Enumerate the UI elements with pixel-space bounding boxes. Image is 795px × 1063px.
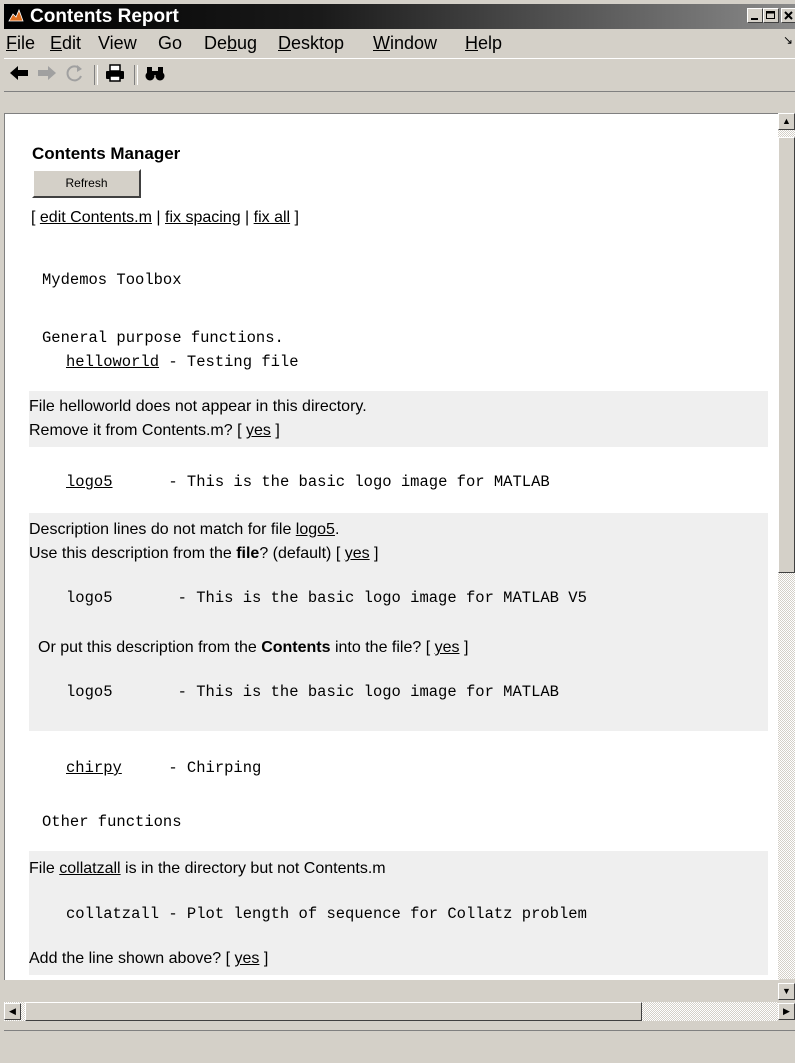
contents-description-line: logo5 - This is the basic logo image for…: [66, 683, 559, 701]
entry-logo5: logo5 - This is the basic logo image for…: [66, 472, 550, 492]
refresh-button[interactable]: Refresh: [32, 169, 141, 198]
menu-go[interactable]: Go: [158, 33, 182, 53]
arrow-left-icon: [10, 66, 28, 80]
arrow-right-icon: ▶: [783, 1006, 790, 1016]
bracket-text: ]: [290, 209, 299, 226]
arrow-right-icon: [38, 66, 56, 80]
window-title: Contents Report: [30, 6, 179, 27]
yes-link-use-contents-description[interactable]: yes: [435, 639, 460, 656]
menu-window[interactable]: Window: [373, 33, 437, 53]
arrow-left-icon: ◀: [9, 1006, 16, 1016]
close-button[interactable]: [781, 8, 795, 23]
collatzall-link[interactable]: collatzall: [59, 860, 120, 877]
message-text: Description lines do not match for file …: [29, 521, 340, 538]
file-description-line: logo5 - This is the basic logo image for…: [66, 589, 587, 607]
menu-view[interactable]: View: [98, 33, 137, 53]
action-links: [ edit Contents.m | fix spacing | fix al…: [31, 208, 299, 228]
menu-bar: File Edit View Go Debug Desktop Window H…: [4, 30, 795, 56]
message-box-helloworld: File helloworld does not appear in this …: [29, 391, 768, 447]
toolbar-separator: [134, 65, 138, 85]
message-text: Or put this description from the Content…: [38, 639, 469, 656]
horizontal-scrollbar[interactable]: ◀: [4, 1002, 778, 1021]
menu-dock-icon[interactable]: ↘: [783, 33, 793, 47]
message-text: Add the line shown above? [ yes ]: [29, 950, 269, 967]
back-button[interactable]: [6, 63, 32, 87]
scroll-left-button[interactable]: ◀: [4, 1003, 21, 1020]
report-content: Contents Manager Refresh [ edit Contents…: [4, 113, 779, 980]
print-button[interactable]: [102, 63, 128, 87]
page-title: Contents Manager: [32, 144, 181, 163]
find-button[interactable]: [142, 63, 168, 87]
message-text: Use this description from the file? (def…: [29, 545, 379, 562]
message-text: File helloworld does not appear in this …: [29, 398, 367, 415]
forward-button[interactable]: [34, 63, 60, 87]
close-icon: [784, 11, 793, 20]
menu-file[interactable]: File: [6, 33, 35, 53]
message-text: Remove it from Contents.m? [ yes ]: [29, 422, 280, 439]
vertical-scroll-thumb[interactable]: [778, 137, 795, 573]
maximize-button[interactable]: [763, 8, 779, 23]
menu-desktop[interactable]: Desktop: [278, 33, 344, 53]
proposed-line: collatzall - Plot length of sequence for…: [66, 905, 587, 923]
arrow-down-icon: ▼: [782, 986, 791, 996]
maximize-icon: [766, 11, 775, 19]
binoculars-icon: [145, 67, 165, 81]
refresh-icon: [66, 65, 82, 82]
arrow-up-icon: ▲: [782, 116, 791, 126]
horizontal-scroll-thumb[interactable]: [25, 1002, 642, 1021]
scroll-right-button[interactable]: ▶: [778, 1003, 795, 1020]
scroll-up-button[interactable]: ▲: [778, 113, 795, 130]
toolbar-separator: [94, 65, 98, 85]
separator-text: |: [240, 209, 254, 226]
message-box-logo5: Description lines do not match for file …: [29, 513, 768, 731]
bracket-text: [: [31, 209, 40, 226]
entry-description: - This is the basic logo image for MATLA…: [112, 473, 550, 491]
matlab-logo-icon: [8, 8, 24, 24]
entry-description: - Chirping: [121, 759, 262, 777]
title-bar[interactable]: Contents Report: [4, 4, 795, 29]
menu-debug[interactable]: Debug: [204, 33, 257, 53]
entry-description: - Testing file: [159, 353, 299, 371]
status-bar: [4, 1030, 795, 1060]
refresh-page-button[interactable]: [62, 63, 88, 87]
separator-text: |: [151, 209, 165, 226]
logo5-file-link[interactable]: logo5: [296, 521, 335, 538]
scroll-down-button[interactable]: ▼: [778, 983, 795, 1000]
contents-report-window: Contents Report File Edit View Go Debug …: [0, 0, 795, 1063]
menu-help[interactable]: Help: [465, 33, 502, 53]
toolbar: [4, 58, 795, 92]
section-other: Other functions: [42, 813, 182, 831]
toolbox-title: Mydemos Toolbox: [42, 271, 182, 289]
yes-link-add-collatzall[interactable]: yes: [234, 950, 259, 967]
section-general: General purpose functions.: [42, 329, 284, 347]
entry-helloworld: helloworld - Testing file: [66, 352, 299, 372]
minimize-icon: [751, 18, 758, 20]
fix-all-link[interactable]: fix all: [254, 209, 290, 226]
logo5-link[interactable]: logo5: [66, 473, 113, 491]
message-text: File collatzall is in the directory but …: [29, 860, 386, 877]
edit-contents-link[interactable]: edit Contents.m: [40, 209, 152, 226]
entry-chirpy: chirpy - Chirping: [66, 758, 261, 778]
yes-link-use-file-description[interactable]: yes: [345, 545, 370, 562]
chirpy-link[interactable]: chirpy: [66, 759, 122, 777]
minimize-button[interactable]: [747, 8, 763, 23]
yes-link-remove-helloworld[interactable]: yes: [246, 422, 271, 439]
message-box-collatzall: File collatzall is in the directory but …: [29, 851, 768, 975]
fix-spacing-link[interactable]: fix spacing: [165, 209, 241, 226]
menu-edit[interactable]: Edit: [50, 33, 81, 53]
vertical-scrollbar[interactable]: ▲ ▼: [778, 113, 795, 1000]
printer-icon: [106, 64, 124, 82]
helloworld-link[interactable]: helloworld: [66, 353, 159, 371]
